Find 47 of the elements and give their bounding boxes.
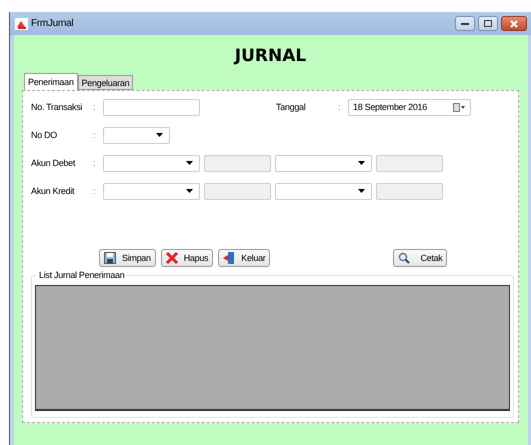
form-heading: JURNAL [232,45,308,68]
field-label: No DO [31,130,58,140]
dropdown-arrow-icon [186,161,193,165]
dropdown-arrow-icon [156,133,163,137]
field-label: Akun Debet [31,158,76,168]
dropdown-field[interactable] [103,182,200,200]
exit-icon [223,252,236,264]
text-field[interactable] [103,98,200,116]
save-icon [104,252,116,264]
close-button[interactable] [501,16,527,31]
tab[interactable]: Pengeluaran [78,75,134,90]
button[interactable]: Hapus [160,249,214,267]
readonly-field[interactable] [376,154,443,172]
button[interactable]: Simpan [99,249,156,267]
minimize-button[interactable] [455,16,475,31]
readonly-field[interactable] [376,182,443,200]
colon-label: : [93,102,97,112]
readonly-field[interactable] [204,154,271,172]
dropdown-field[interactable] [103,126,170,144]
readonly-field[interactable] [204,182,271,200]
dropdown-arrow-icon [358,161,365,165]
colon-label: : [338,102,342,112]
search-icon [398,252,410,264]
tab[interactable]: Penerimaan [24,73,78,90]
dropdown-arrow-icon [358,189,365,193]
calendar-icon [453,102,466,112]
dropdown-field[interactable] [275,182,372,200]
app-icon [15,18,28,30]
field-label: Tanggal [276,102,306,112]
dropdown-field[interactable] [275,154,372,172]
maximize-button[interactable] [478,16,498,31]
colon-label: : [93,158,97,168]
button[interactable]: Keluar [218,249,270,267]
field-label: No. Transaksi [31,102,84,112]
close-icon [510,20,518,28]
window-title: FrmJurnal [31,18,74,29]
group-title: List Jurnal Penerimaan [37,270,126,280]
delete-icon [166,252,178,264]
minimize-icon [461,22,469,25]
maximize-icon [484,20,492,27]
date-picker[interactable]: 18 September 2016 [348,98,471,116]
dropdown-field[interactable] [103,154,200,172]
button[interactable]: Cetak [393,249,448,267]
field-label: Akun Kredit [31,186,76,196]
colon-label: : [93,130,97,140]
colon-label: : [93,186,97,196]
dropdown-arrow-icon [186,189,193,193]
